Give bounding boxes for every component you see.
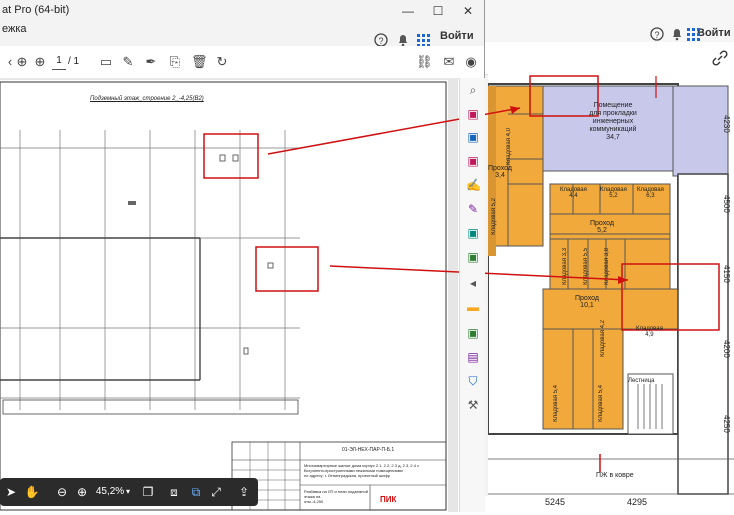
organize-icon[interactable]: ▣ [466, 226, 480, 240]
export-pdf-icon[interactable]: ▣ [466, 107, 480, 121]
create-pdf-icon[interactable]: ▣ [466, 154, 480, 168]
pen-tool-icon[interactable]: ✎ [466, 202, 480, 216]
tools-rail: ⌕ ▣ ▣ ▣ ✍ ✎ ▣ ▣ ◂ ▬ ▣ ▤ ⛉ ⚒ [459, 78, 485, 512]
collapse-arrow-icon[interactable]: ◂ [466, 276, 480, 290]
fill-sign-icon[interactable]: ✍ [466, 178, 481, 192]
fit-width-icon[interactable]: ⧉ [188, 483, 204, 501]
pointer-icon[interactable]: ➤ [4, 483, 18, 501]
edit-pdf-icon[interactable]: ▣ [466, 130, 480, 144]
fullscreen-icon[interactable]: ⤢ [208, 483, 224, 501]
share-upload-icon[interactable]: ⇪ [236, 483, 252, 501]
annotation-arrows [267, 106, 629, 284]
protect-icon[interactable]: ⛉ [466, 374, 480, 388]
zoom-level[interactable]: 45,2% [94, 483, 126, 501]
hand-icon[interactable]: ✋ [24, 483, 40, 501]
tools-icon[interactable]: ⚒ [466, 398, 480, 412]
comment-tool-icon[interactable]: ▬ [466, 300, 480, 314]
zoom-out-icon[interactable]: ⊖ [54, 483, 70, 501]
copy-icon[interactable]: ❐ [140, 483, 156, 501]
chevron-down-icon[interactable]: ▾ [124, 483, 132, 501]
zoom-in-icon[interactable]: ⊕ [74, 483, 90, 501]
scan-icon[interactable]: ▣ [466, 250, 480, 264]
print-icon[interactable]: ▤ [466, 350, 480, 364]
floating-nav-bar: ➤ ✋ ⊖ ⊕ 45,2% ▾ ❐ ⧈ ⧉ ⤢ ⇪ [0, 478, 258, 506]
compare-icon[interactable]: ▣ [466, 326, 480, 340]
fit-page-icon[interactable]: ⧈ [166, 483, 182, 501]
zoom-icon[interactable]: ⌕ [466, 83, 480, 97]
